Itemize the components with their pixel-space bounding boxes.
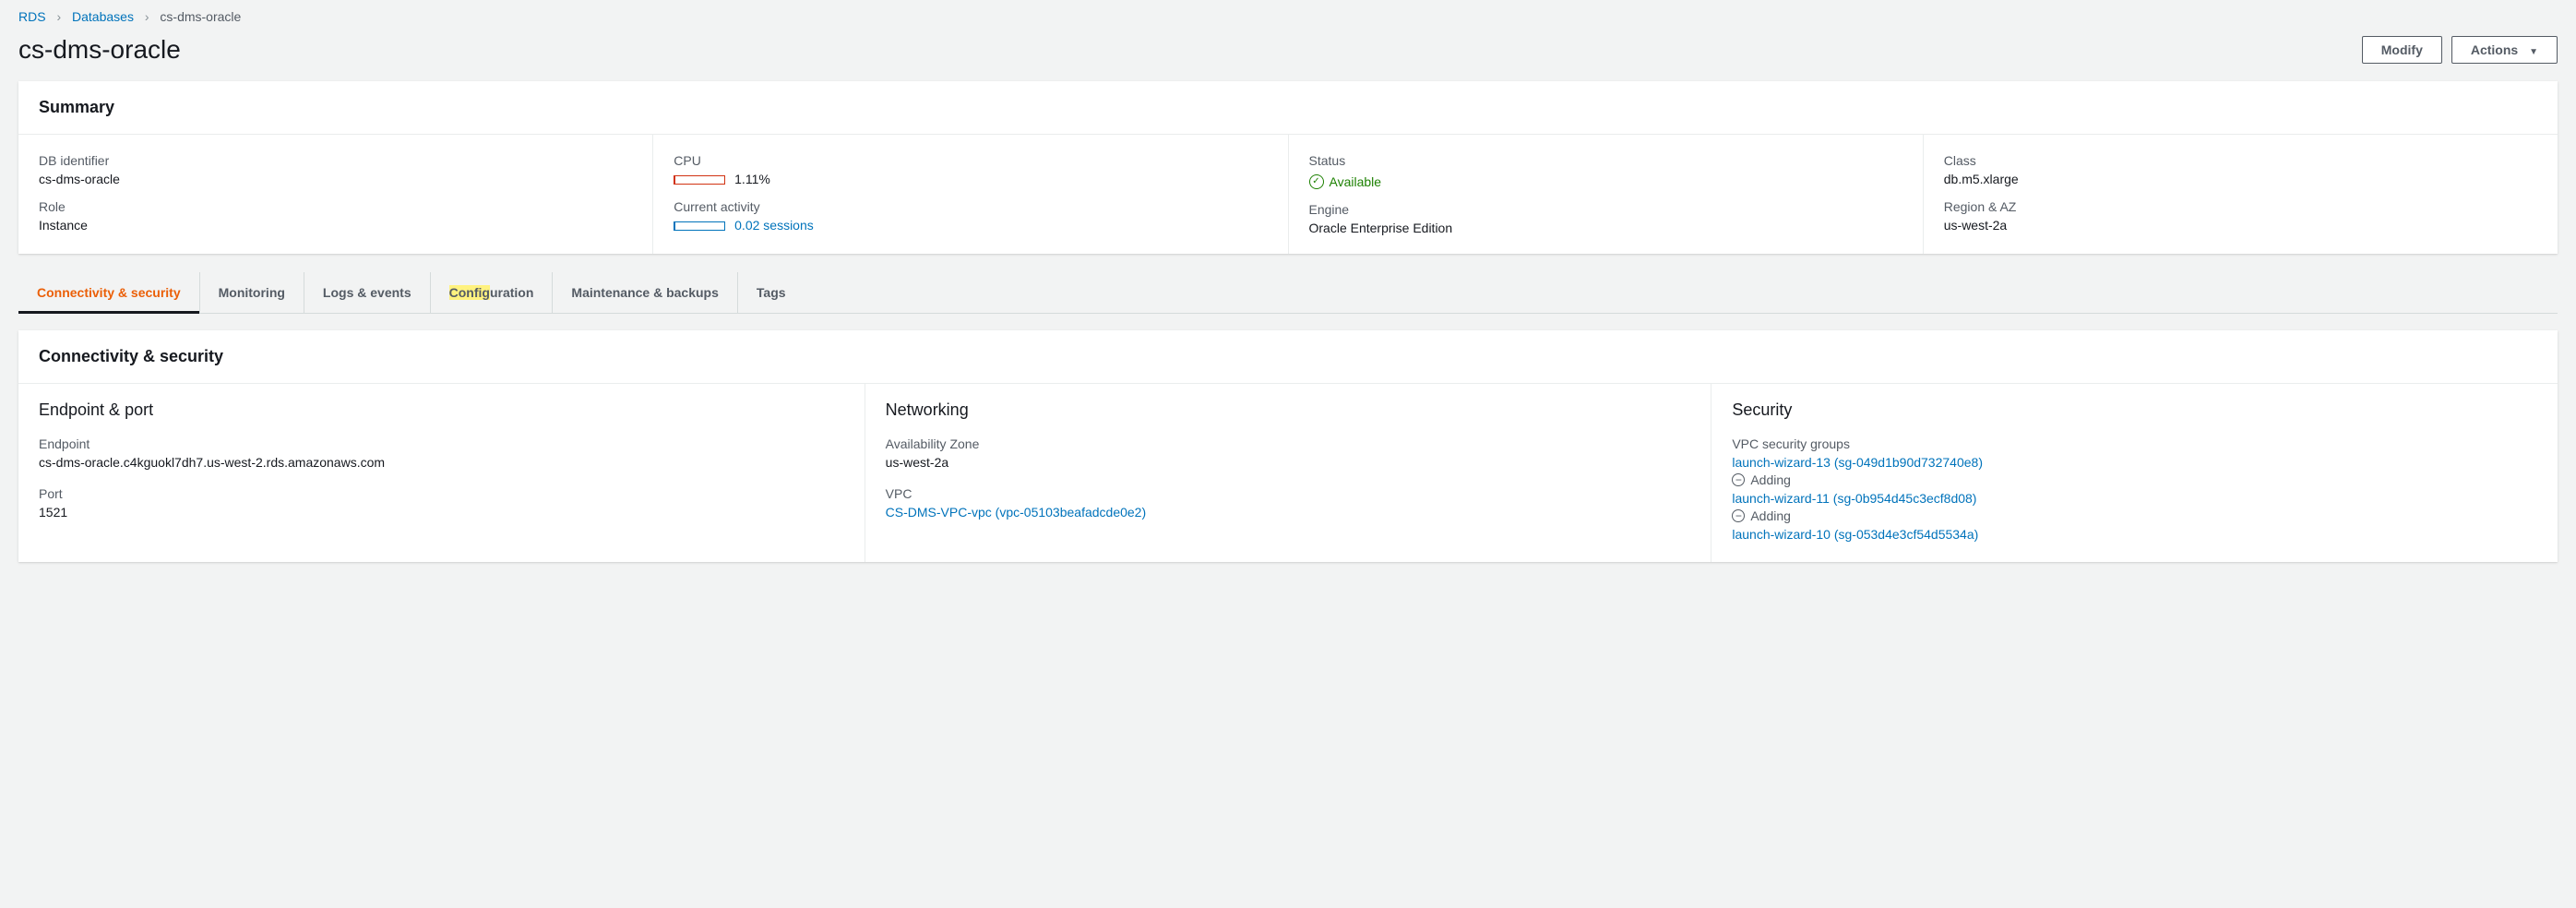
summary-grid: DB identifier cs-dms-oracle Role Instanc… xyxy=(18,135,2558,254)
engine-value: Oracle Enterprise Edition xyxy=(1309,221,1902,235)
breadcrumb: RDS › Databases › cs-dms-oracle xyxy=(0,0,2576,31)
status-text: Available xyxy=(1330,174,1382,189)
tab-tags[interactable]: Tags xyxy=(738,272,805,313)
summary-col-class: Class db.m5.xlarge Region & AZ us-west-2… xyxy=(1924,135,2558,254)
breadcrumb-databases[interactable]: Databases xyxy=(72,9,134,24)
status-label: Status xyxy=(1309,153,1902,168)
endpoint-port-col: Endpoint & port Endpoint cs-dms-oracle.c… xyxy=(18,384,865,562)
sessions-bar-icon xyxy=(674,221,725,231)
cpu-value: 1.11% xyxy=(674,172,1267,186)
role-label: Role xyxy=(39,199,632,214)
chevron-right-icon: › xyxy=(56,9,61,24)
security-group-link-3[interactable]: launch-wizard-10 (sg-053d4e3cf54d5534a) xyxy=(1732,527,1978,542)
cpu-percent: 1.11% xyxy=(734,172,770,186)
actions-button[interactable]: Actions ▼ xyxy=(2451,36,2558,64)
endpoint-label: Endpoint xyxy=(39,436,844,451)
vpc-link[interactable]: CS-DMS-VPC-vpc (vpc-05103beafadcde0e2) xyxy=(886,505,1146,520)
caret-down-icon: ▼ xyxy=(2529,47,2538,57)
minus-circle-icon: − xyxy=(1732,509,1745,522)
class-value: db.m5.xlarge xyxy=(1944,172,2537,186)
cpu-bar-icon xyxy=(674,175,725,185)
page-header: cs-dms-oracle Modify Actions ▼ xyxy=(0,31,2576,81)
tab-logs-events[interactable]: Logs & events xyxy=(304,272,431,313)
tab-maintenance-backups[interactable]: Maintenance & backups xyxy=(553,272,738,313)
tab-connectivity[interactable]: Connectivity & security xyxy=(18,272,200,313)
adding-status: − Adding xyxy=(1732,508,1791,523)
security-col: Security VPC security groups launch-wiza… xyxy=(1711,384,2558,562)
security-heading: Security xyxy=(1732,400,2537,420)
region-az-label: Region & AZ xyxy=(1944,199,2537,214)
summary-col-cpu: CPU 1.11% Current activity 0.02 sessions xyxy=(653,135,1288,254)
az-label: Availability Zone xyxy=(886,436,1691,451)
summary-header: Summary xyxy=(18,81,2558,135)
security-groups-label: VPC security groups xyxy=(1732,436,2537,451)
endpoint-value: cs-dms-oracle.c4kguokl7dh7.us-west-2.rds… xyxy=(39,455,844,470)
breadcrumb-rds[interactable]: RDS xyxy=(18,9,46,24)
tab-monitoring[interactable]: Monitoring xyxy=(200,272,304,313)
engine-label: Engine xyxy=(1309,202,1902,217)
adding-text: Adding xyxy=(1750,472,1791,487)
check-circle-icon: ✓ xyxy=(1309,174,1324,189)
networking-heading: Networking xyxy=(886,400,1691,420)
breadcrumb-current: cs-dms-oracle xyxy=(160,9,241,24)
db-identifier-label: DB identifier xyxy=(39,153,632,168)
security-group-link-2[interactable]: launch-wizard-11 (sg-0b954d45c3ecf8d08) xyxy=(1732,491,1976,506)
tab-configuration[interactable]: Configuration xyxy=(431,272,554,313)
networking-col: Networking Availability Zone us-west-2a … xyxy=(865,384,1712,562)
cpu-label: CPU xyxy=(674,153,1267,168)
header-actions: Modify Actions ▼ xyxy=(2362,36,2558,64)
highlighted-text: Config xyxy=(449,285,490,300)
current-activity-label: Current activity xyxy=(674,199,1267,214)
summary-panel: Summary DB identifier cs-dms-oracle Role… xyxy=(18,81,2558,254)
sessions-link[interactable]: 0.02 sessions xyxy=(734,218,814,233)
summary-col-status: Status ✓ Available Engine Oracle Enterpr… xyxy=(1289,135,1924,254)
current-activity-value: 0.02 sessions xyxy=(674,218,1267,233)
minus-circle-icon: − xyxy=(1732,473,1745,486)
details-grid: Endpoint & port Endpoint cs-dms-oracle.c… xyxy=(18,384,2558,562)
endpoint-port-heading: Endpoint & port xyxy=(39,400,844,420)
adding-status: − Adding xyxy=(1732,472,1791,487)
connectivity-title: Connectivity & security xyxy=(39,347,2537,366)
vpc-label: VPC xyxy=(886,486,1691,501)
region-az-value: us-west-2a xyxy=(1944,218,2537,233)
port-label: Port xyxy=(39,486,844,501)
actions-button-label: Actions xyxy=(2471,42,2518,57)
class-label: Class xyxy=(1944,153,2537,168)
az-value: us-west-2a xyxy=(886,455,1691,470)
modify-button[interactable]: Modify xyxy=(2362,36,2442,64)
security-group-link-1[interactable]: launch-wizard-13 (sg-049d1b90d732740e8) xyxy=(1732,455,1983,470)
role-value: Instance xyxy=(39,218,632,233)
adding-text: Adding xyxy=(1750,508,1791,523)
page-title: cs-dms-oracle xyxy=(18,35,181,65)
connectivity-header: Connectivity & security xyxy=(18,330,2558,384)
status-value: ✓ Available xyxy=(1309,174,1382,189)
db-identifier-value: cs-dms-oracle xyxy=(39,172,632,186)
summary-col-identifier: DB identifier cs-dms-oracle Role Instanc… xyxy=(18,135,653,254)
summary-title: Summary xyxy=(39,98,2537,117)
connectivity-panel: Connectivity & security Endpoint & port … xyxy=(18,330,2558,562)
port-value: 1521 xyxy=(39,505,844,520)
chevron-right-icon: › xyxy=(145,9,149,24)
tabs: Connectivity & security Monitoring Logs … xyxy=(18,272,2558,314)
